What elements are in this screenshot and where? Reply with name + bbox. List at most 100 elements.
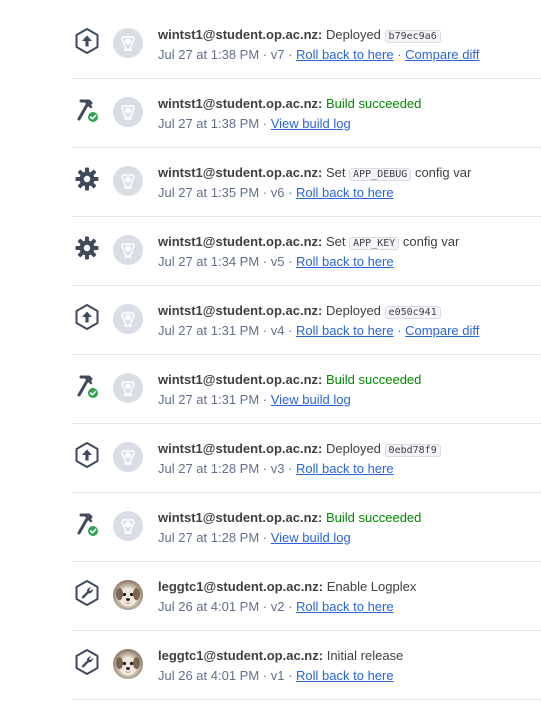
- activity-summary: leggtc1@student.op.ac.nz: Enable Logplex: [158, 578, 541, 596]
- activity-time: Jul 27 at 1:31 PM: [158, 323, 260, 338]
- roll-back-to-here-link[interactable]: Roll back to here: [296, 254, 394, 269]
- user-email: leggtc1@student.op.ac.nz:: [158, 579, 324, 594]
- wrench-icon: [72, 578, 102, 608]
- compare-diff-link[interactable]: Compare diff: [405, 47, 479, 62]
- gear-icon: [72, 233, 102, 263]
- user-email: wintst1@student.op.ac.nz:: [158, 27, 323, 42]
- activity-summary: wintst1@student.op.ac.nz: Deployed 0ebd7…: [158, 440, 541, 458]
- roll-back-to-here-link[interactable]: Roll back to here: [296, 599, 394, 614]
- user-avatar: [113, 304, 143, 334]
- activity-text: wintst1@student.op.ac.nz: Deployed 0ebd7…: [158, 440, 541, 478]
- activity-item: wintst1@student.op.ac.nz: Set APP_KEY co…: [72, 217, 541, 286]
- activity-meta: Jul 27 at 1:35 PM · v6 · Roll back to he…: [158, 183, 541, 202]
- activity-summary: wintst1@student.op.ac.nz: Build succeede…: [158, 371, 541, 389]
- gear-icon: [72, 164, 102, 194]
- activity-meta: Jul 27 at 1:28 PM · v3 · Roll back to he…: [158, 459, 541, 478]
- code-tag: e050c941: [384, 306, 441, 319]
- activity-time: Jul 27 at 1:31 PM: [158, 392, 260, 407]
- activity-summary: wintst1@student.op.ac.nz: Build succeede…: [158, 95, 541, 113]
- wrench-icon: [72, 647, 102, 677]
- separator: ·: [259, 254, 271, 269]
- activity-summary: leggtc1@student.op.ac.nz: Initial releas…: [158, 647, 541, 665]
- activity-text: wintst1@student.op.ac.nz: Deployed e050c…: [158, 302, 541, 340]
- separator: ·: [259, 392, 271, 407]
- activity-summary: wintst1@student.op.ac.nz: Build succeede…: [158, 509, 541, 527]
- separator: ·: [284, 254, 297, 269]
- activity-meta: Jul 26 at 4:01 PM · v2 · Roll back to he…: [158, 597, 541, 616]
- activity-summary: wintst1@student.op.ac.nz: Deployed e050c…: [158, 302, 541, 320]
- build-succeeded-icon: [72, 371, 102, 401]
- activity-item: wintst1@student.op.ac.nz: Build succeede…: [72, 355, 541, 424]
- view-build-log-link[interactable]: View build log: [271, 392, 351, 407]
- user-email: wintst1@student.op.ac.nz:: [158, 234, 323, 249]
- roll-back-to-here-link[interactable]: Roll back to here: [296, 185, 394, 200]
- separator: ·: [259, 461, 271, 476]
- user-avatar: [113, 649, 143, 679]
- release-version: v6: [270, 185, 285, 200]
- activity-action: Deployed: [325, 441, 381, 456]
- user-email: wintst1@student.op.ac.nz:: [158, 165, 323, 180]
- user-avatar: [113, 28, 143, 58]
- view-build-log-link[interactable]: View build log: [271, 116, 351, 131]
- roll-back-to-here-link[interactable]: Roll back to here: [296, 668, 394, 683]
- roll-back-to-here-link[interactable]: Roll back to here: [296, 323, 394, 338]
- activity-action: Initial release: [326, 648, 404, 663]
- release-version: v7: [270, 47, 285, 62]
- activity-time: Jul 26 at 4:01 PM: [158, 668, 260, 683]
- separator: ·: [259, 599, 271, 614]
- roll-back-to-here-link[interactable]: Roll back to here: [296, 461, 394, 476]
- activity-action: Build succeeded: [325, 372, 422, 387]
- deploy-icon: [72, 302, 102, 332]
- separator: ·: [284, 323, 297, 338]
- separator: ·: [284, 461, 297, 476]
- activity-item: wintst1@student.op.ac.nz: Deployed e050c…: [72, 286, 541, 355]
- release-version: v4: [270, 323, 285, 338]
- separator: ·: [259, 668, 271, 683]
- activity-item: leggtc1@student.op.ac.nz: Initial releas…: [72, 631, 541, 700]
- separator: ·: [284, 668, 297, 683]
- separator: ·: [259, 185, 271, 200]
- activity-action: Enable Logplex: [326, 579, 417, 594]
- user-avatar: [113, 373, 143, 403]
- activity-meta: Jul 27 at 1:38 PM · View build log: [158, 114, 541, 133]
- activity-time: Jul 27 at 1:38 PM: [158, 47, 260, 62]
- separator: ·: [259, 47, 271, 62]
- code-tag: APP_KEY: [349, 237, 400, 250]
- activity-feed: wintst1@student.op.ac.nz: Deployed b79ec…: [72, 10, 541, 700]
- user-avatar: [113, 511, 143, 541]
- release-version: v2: [270, 599, 285, 614]
- activity-text: wintst1@student.op.ac.nz: Build succeede…: [158, 509, 541, 547]
- roll-back-to-here-link[interactable]: Roll back to here: [296, 47, 394, 62]
- code-tag: APP_DEBUG: [349, 168, 412, 181]
- user-email: leggtc1@student.op.ac.nz:: [158, 648, 324, 663]
- activity-action: Set: [325, 234, 346, 249]
- separator: ·: [259, 323, 271, 338]
- user-email: wintst1@student.op.ac.nz:: [158, 510, 323, 525]
- separator: ·: [393, 323, 406, 338]
- activity-summary: wintst1@student.op.ac.nz: Set APP_KEY co…: [158, 233, 541, 251]
- activity-time: Jul 27 at 1:38 PM: [158, 116, 260, 131]
- compare-diff-link[interactable]: Compare diff: [405, 323, 479, 338]
- user-avatar: [113, 580, 143, 610]
- activity-summary: wintst1@student.op.ac.nz: Deployed b79ec…: [158, 26, 541, 44]
- activity-meta: Jul 27 at 1:31 PM · View build log: [158, 390, 541, 409]
- activity-action: Build succeeded: [325, 96, 422, 111]
- activity-item: wintst1@student.op.ac.nz: Deployed 0ebd7…: [72, 424, 541, 493]
- activity-meta: Jul 27 at 1:31 PM · v4 · Roll back to he…: [158, 321, 541, 340]
- separator: ·: [284, 47, 297, 62]
- activity-text: wintst1@student.op.ac.nz: Build succeede…: [158, 95, 541, 133]
- user-email: wintst1@student.op.ac.nz:: [158, 441, 323, 456]
- activity-action: Deployed: [325, 303, 381, 318]
- user-avatar: [113, 97, 143, 127]
- activity-action: Set: [325, 165, 346, 180]
- activity-summary: wintst1@student.op.ac.nz: Set APP_DEBUG …: [158, 164, 541, 182]
- activity-action: Build succeeded: [325, 510, 422, 525]
- separator: ·: [393, 47, 406, 62]
- activity-text: wintst1@student.op.ac.nz: Set APP_DEBUG …: [158, 164, 541, 202]
- activity-item: leggtc1@student.op.ac.nz: Enable Logplex…: [72, 562, 541, 631]
- activity-meta: Jul 27 at 1:38 PM · v7 · Roll back to he…: [158, 45, 541, 64]
- view-build-log-link[interactable]: View build log: [271, 530, 351, 545]
- user-avatar: [113, 235, 143, 265]
- deploy-icon: [72, 440, 102, 470]
- code-tag: 0ebd78f9: [384, 444, 441, 457]
